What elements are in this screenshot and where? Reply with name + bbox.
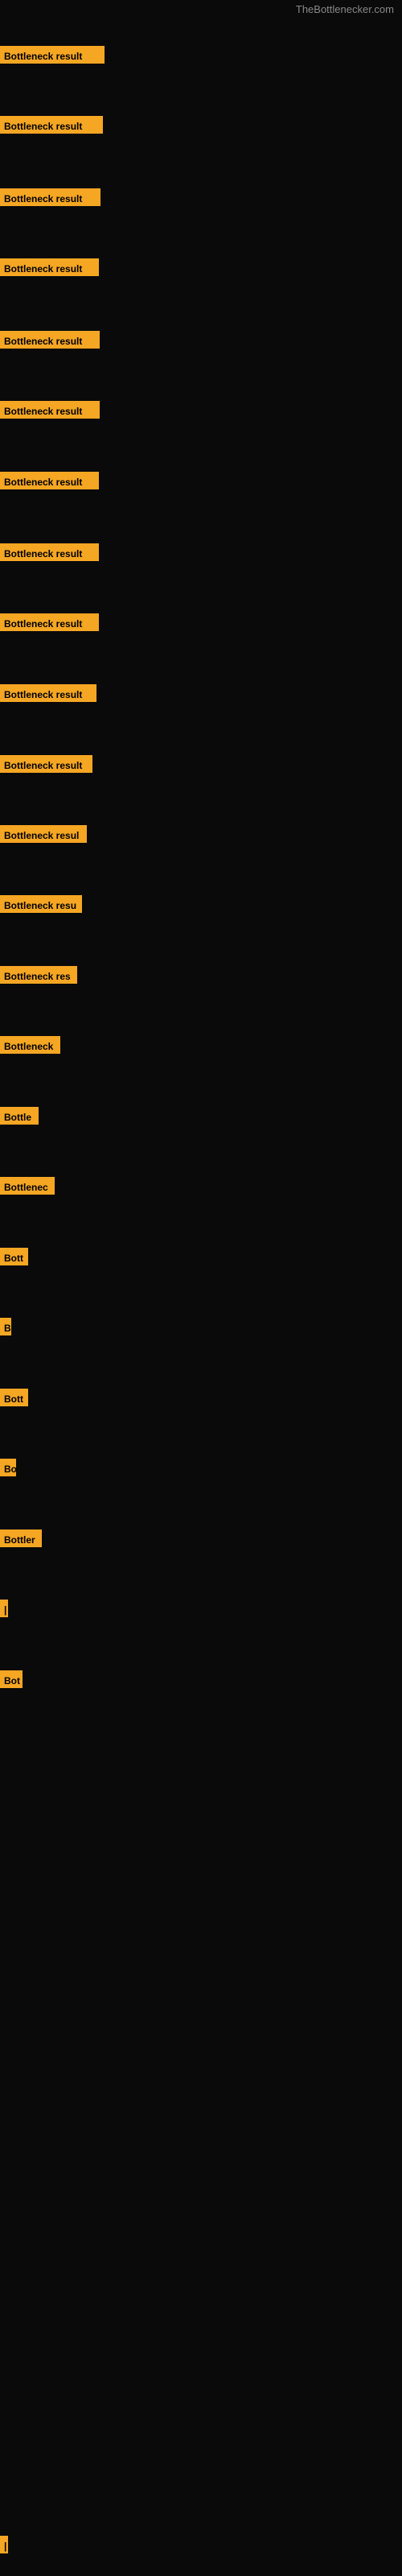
- bottleneck-result-label: Bottleneck resu: [0, 895, 82, 913]
- bottleneck-result-label: Bottlenec: [0, 1177, 55, 1195]
- bottleneck-result-label: Bottleneck result: [0, 331, 100, 349]
- bottleneck-result-label: |: [0, 1600, 8, 1617]
- bottleneck-result-label: Bo: [0, 1459, 16, 1476]
- bottleneck-result-label: Bottleneck result: [0, 258, 99, 276]
- bottleneck-result-label: Bottleneck result: [0, 116, 103, 134]
- bottleneck-result-label: B: [0, 1318, 11, 1335]
- bottleneck-result-label: Bottleneck result: [0, 188, 100, 206]
- bottleneck-result-label: Bottleneck res: [0, 966, 77, 984]
- bottleneck-result-label: Bottleneck resul: [0, 825, 87, 843]
- bottleneck-result-label: Bottler: [0, 1530, 42, 1547]
- site-title: TheBottlenecker.com: [296, 3, 394, 15]
- bottleneck-result-label: Bott: [0, 1389, 28, 1406]
- bottleneck-result-label: Bottleneck result: [0, 755, 92, 773]
- bottleneck-result-label: Bottleneck result: [0, 613, 99, 631]
- bottleneck-result-label: |: [0, 2536, 8, 2553]
- bottleneck-result-label: Bottleneck result: [0, 401, 100, 419]
- bottleneck-result-label: Bottleneck result: [0, 472, 99, 489]
- bottleneck-result-label: Bottleneck result: [0, 684, 96, 702]
- bottleneck-result-label: Bott: [0, 1248, 28, 1265]
- bottleneck-result-label: Bottleneck result: [0, 46, 105, 64]
- bottleneck-result-label: Bot: [0, 1670, 23, 1688]
- bottleneck-result-label: Bottleneck: [0, 1036, 60, 1054]
- bottleneck-result-label: Bottleneck result: [0, 543, 99, 561]
- bottleneck-result-label: Bottle: [0, 1107, 39, 1125]
